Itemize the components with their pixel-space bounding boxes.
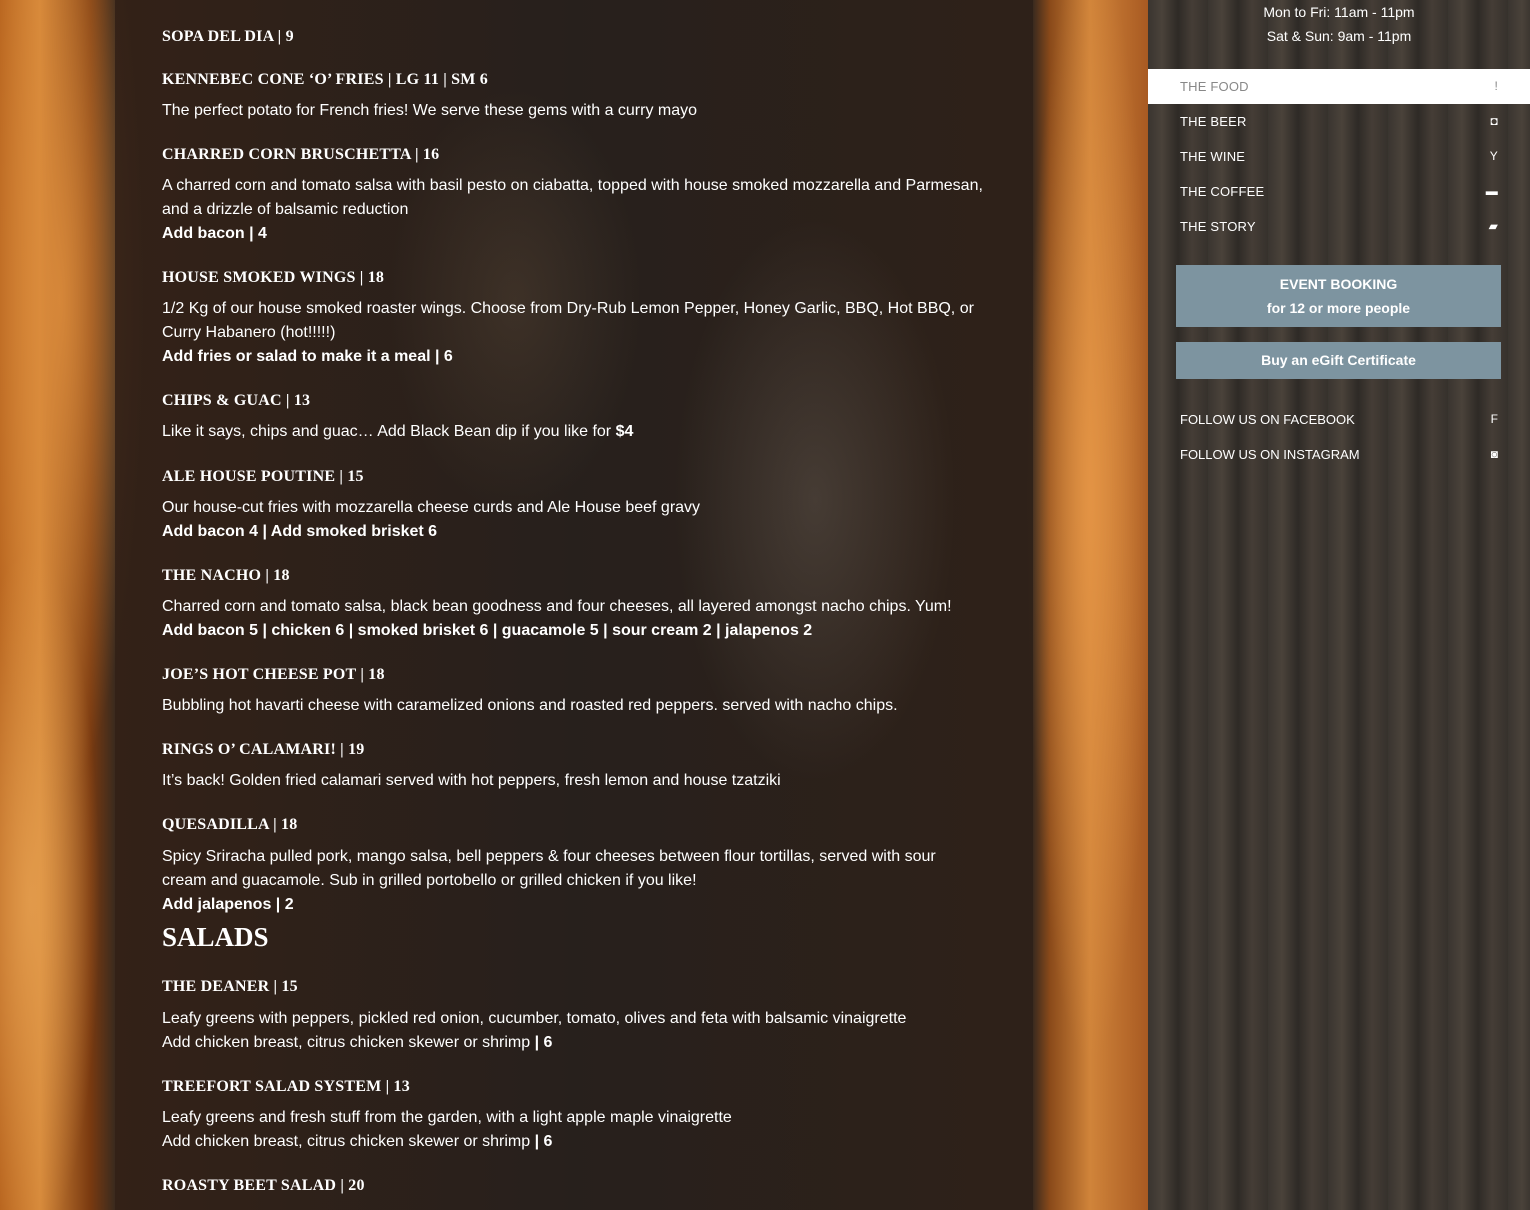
event-booking-subtitle: for 12 or more people (1266, 300, 1411, 316)
hours-weekend: Sat & Sun: 9am - 11pm (1266, 28, 1412, 44)
hours-weekdays: Mon to Fri: 11am - 11pm (1263, 4, 1415, 20)
menu-item-title: KENNEBEC CONE ‘O’ FRIES | LG 11 | SM 6 (162, 71, 488, 88)
menu-item-title: CHIPS & GUAC | 13 (162, 392, 311, 409)
nav-item-beer[interactable]: THE BEER ◘ (1148, 104, 1530, 139)
menu-item-addon: Add fries or salad to make it a meal | 6 (162, 348, 453, 365)
menu-item: CHARRED CORN BRUSCHETTA | 16 A charred c… (162, 145, 992, 246)
menu-item: TREEFORT SALAD SYSTEM | 13 Leafy greens … (162, 1077, 992, 1154)
facebook-link[interactable]: FOLLOW US ON FACEBOOK f (1148, 402, 1530, 437)
menu-item-description: It’s back! Golden fried calamari served … (162, 772, 781, 789)
menu-item-description: Leafy greens with peppers, pickled red o… (162, 1010, 907, 1027)
menu-item: RINGS O’ CALAMARI! | 19 It’s back! Golde… (162, 740, 992, 793)
menu-item-title: HOUSE SMOKED WINGS | 18 (162, 269, 385, 286)
book-icon: ▰ (1488, 219, 1498, 233)
menu-item-addon: Add jalapenos | 2 (162, 896, 294, 913)
coffee-cup-icon: ▬ (1485, 184, 1498, 198)
facebook-icon: f (1490, 412, 1498, 426)
addon-text: Add chicken breast, citrus chicken skewe… (162, 1133, 535, 1150)
menu-item-description: 1/2 Kg of our house smoked roaster wings… (162, 300, 974, 341)
menu-item-title: QUESADILLA | 18 (162, 816, 298, 833)
menu-item-title: CHARRED CORN BRUSCHETTA | 16 (162, 146, 440, 163)
nav-item-story[interactable]: THE STORY ▰ (1148, 209, 1530, 244)
nav-item-label: THE FOOD (1180, 79, 1249, 94)
menu-item: JOE’S HOT CHEESE POT | 18 Bubbling hot h… (162, 665, 992, 718)
menu-item: ALE HOUSE POUTINE | 15 Our house-cut fri… (162, 467, 992, 544)
social-link-label: FOLLOW US ON FACEBOOK (1180, 412, 1355, 427)
nav-item-label: THE COFFEE (1180, 184, 1265, 199)
menu-item: QUESADILLA | 18 Spicy Sriracha pulled po… (162, 815, 952, 917)
menu-item-title: ROASTY BEET SALAD | 20 (162, 1177, 365, 1194)
social-link-label: FOLLOW US ON INSTAGRAM (1180, 447, 1360, 462)
beer-mug-icon: ◘ (1490, 114, 1498, 128)
addon-text: Add chicken breast, citrus chicken skewe… (162, 1034, 535, 1051)
menu-item-addon: Add chicken breast, citrus chicken skewe… (162, 1031, 992, 1055)
price-text: | 6 (534, 1034, 553, 1051)
menu-item-title: SOPA DEL DIA | 9 (162, 28, 294, 45)
menu-item-description: Charred corn and tomato salsa, black bea… (162, 598, 952, 615)
price-text: | 6 (534, 1133, 553, 1150)
menu-item-title: TREEFORT SALAD SYSTEM | 13 (162, 1078, 410, 1095)
nav-item-wine[interactable]: THE WINE Y (1148, 139, 1530, 174)
menu-panel: SOPA DEL DIA | 9 KENNEBEC CONE ‘O’ FRIES… (115, 0, 1033, 1210)
glass-icon: Y (1489, 149, 1498, 163)
instagram-icon: ◙ (1490, 447, 1498, 461)
menu-item-title: JOE’S HOT CHEESE POT | 18 (162, 666, 385, 683)
menu-item-description: A charred corn and tomato salsa with bas… (162, 177, 983, 218)
nav-item-coffee[interactable]: THE COFFEE ▬ (1148, 174, 1530, 209)
menu-item-title: THE DEANER | 15 (162, 978, 298, 995)
menu-item-title: ALE HOUSE POUTINE | 15 (162, 468, 364, 485)
menu-item-addon: Add bacon | 4 (162, 225, 267, 242)
egift-button[interactable]: Buy an eGift Certificate (1176, 342, 1501, 379)
menu-item-description: Like it says, chips and guac… Add Black … (162, 420, 992, 444)
sidebar: Mon to Fri: 11am - 11pm Sat & Sun: 9am -… (1148, 0, 1530, 1210)
menu-item-description: Spicy Sriracha pulled pork, mango salsa,… (162, 848, 936, 889)
menu-item-addon: Add bacon 5 | chicken 6 | smoked brisket… (162, 622, 813, 639)
menu-item-addon: Add bacon 4 | Add smoked brisket 6 (162, 523, 438, 540)
nav-item-label: THE WINE (1180, 149, 1246, 164)
menu-item-description: Bubbling hot havarti cheese with caramel… (162, 697, 898, 714)
menu-item: SOPA DEL DIA | 9 (162, 27, 294, 56)
event-booking-button[interactable]: EVENT BOOKING for 12 or more people (1176, 265, 1501, 327)
main-nav: THE FOOD ǃ THE BEER ◘ THE WINE Y THE COF… (1148, 69, 1530, 244)
description-text: Like it says, chips and guac… Add Black … (162, 423, 616, 440)
menu-item-title: RINGS O’ CALAMARI! | 19 (162, 741, 365, 758)
menu-item: HOUSE SMOKED WINGS | 18 1/2 Kg of our ho… (162, 268, 992, 369)
event-booking-title: EVENT BOOKING (1279, 276, 1398, 292)
menu-item-addon: Add chicken breast, citrus chicken skewe… (162, 1130, 992, 1154)
menu-item: ROASTY BEET SALAD | 20 (162, 1176, 992, 1205)
menu-item: CHIPS & GUAC | 13 Like it says, chips an… (162, 391, 992, 444)
menu-item-description: Leafy greens and fresh stuff from the ga… (162, 1109, 732, 1126)
nav-item-food[interactable]: THE FOOD ǃ (1148, 69, 1530, 104)
menu-item-description: The perfect potato for French fries! We … (162, 102, 698, 119)
opening-hours: Mon to Fri: 11am - 11pm Sat & Sun: 9am -… (1148, 0, 1530, 48)
social-links: FOLLOW US ON FACEBOOK f FOLLOW US ON INS… (1148, 402, 1530, 472)
menu-item: THE NACHO | 18 Charred corn and tomato s… (162, 566, 992, 643)
nav-item-label: THE BEER (1180, 114, 1247, 129)
menu-item-description: Our house-cut fries with mozzarella chee… (162, 499, 701, 516)
fork-icon: ǃ (1494, 79, 1498, 93)
menu-item-title: THE NACHO | 18 (162, 567, 290, 584)
menu-item: KENNEBEC CONE ‘O’ FRIES | LG 11 | SM 6 T… (162, 70, 992, 123)
menu-item: THE DEANER | 15 Leafy greens with pepper… (162, 977, 992, 1055)
section-title-salads: SALADS (162, 922, 269, 952)
instagram-link[interactable]: FOLLOW US ON INSTAGRAM ◙ (1148, 437, 1530, 472)
price-text: $4 (615, 423, 634, 440)
nav-item-label: THE STORY (1180, 219, 1256, 234)
